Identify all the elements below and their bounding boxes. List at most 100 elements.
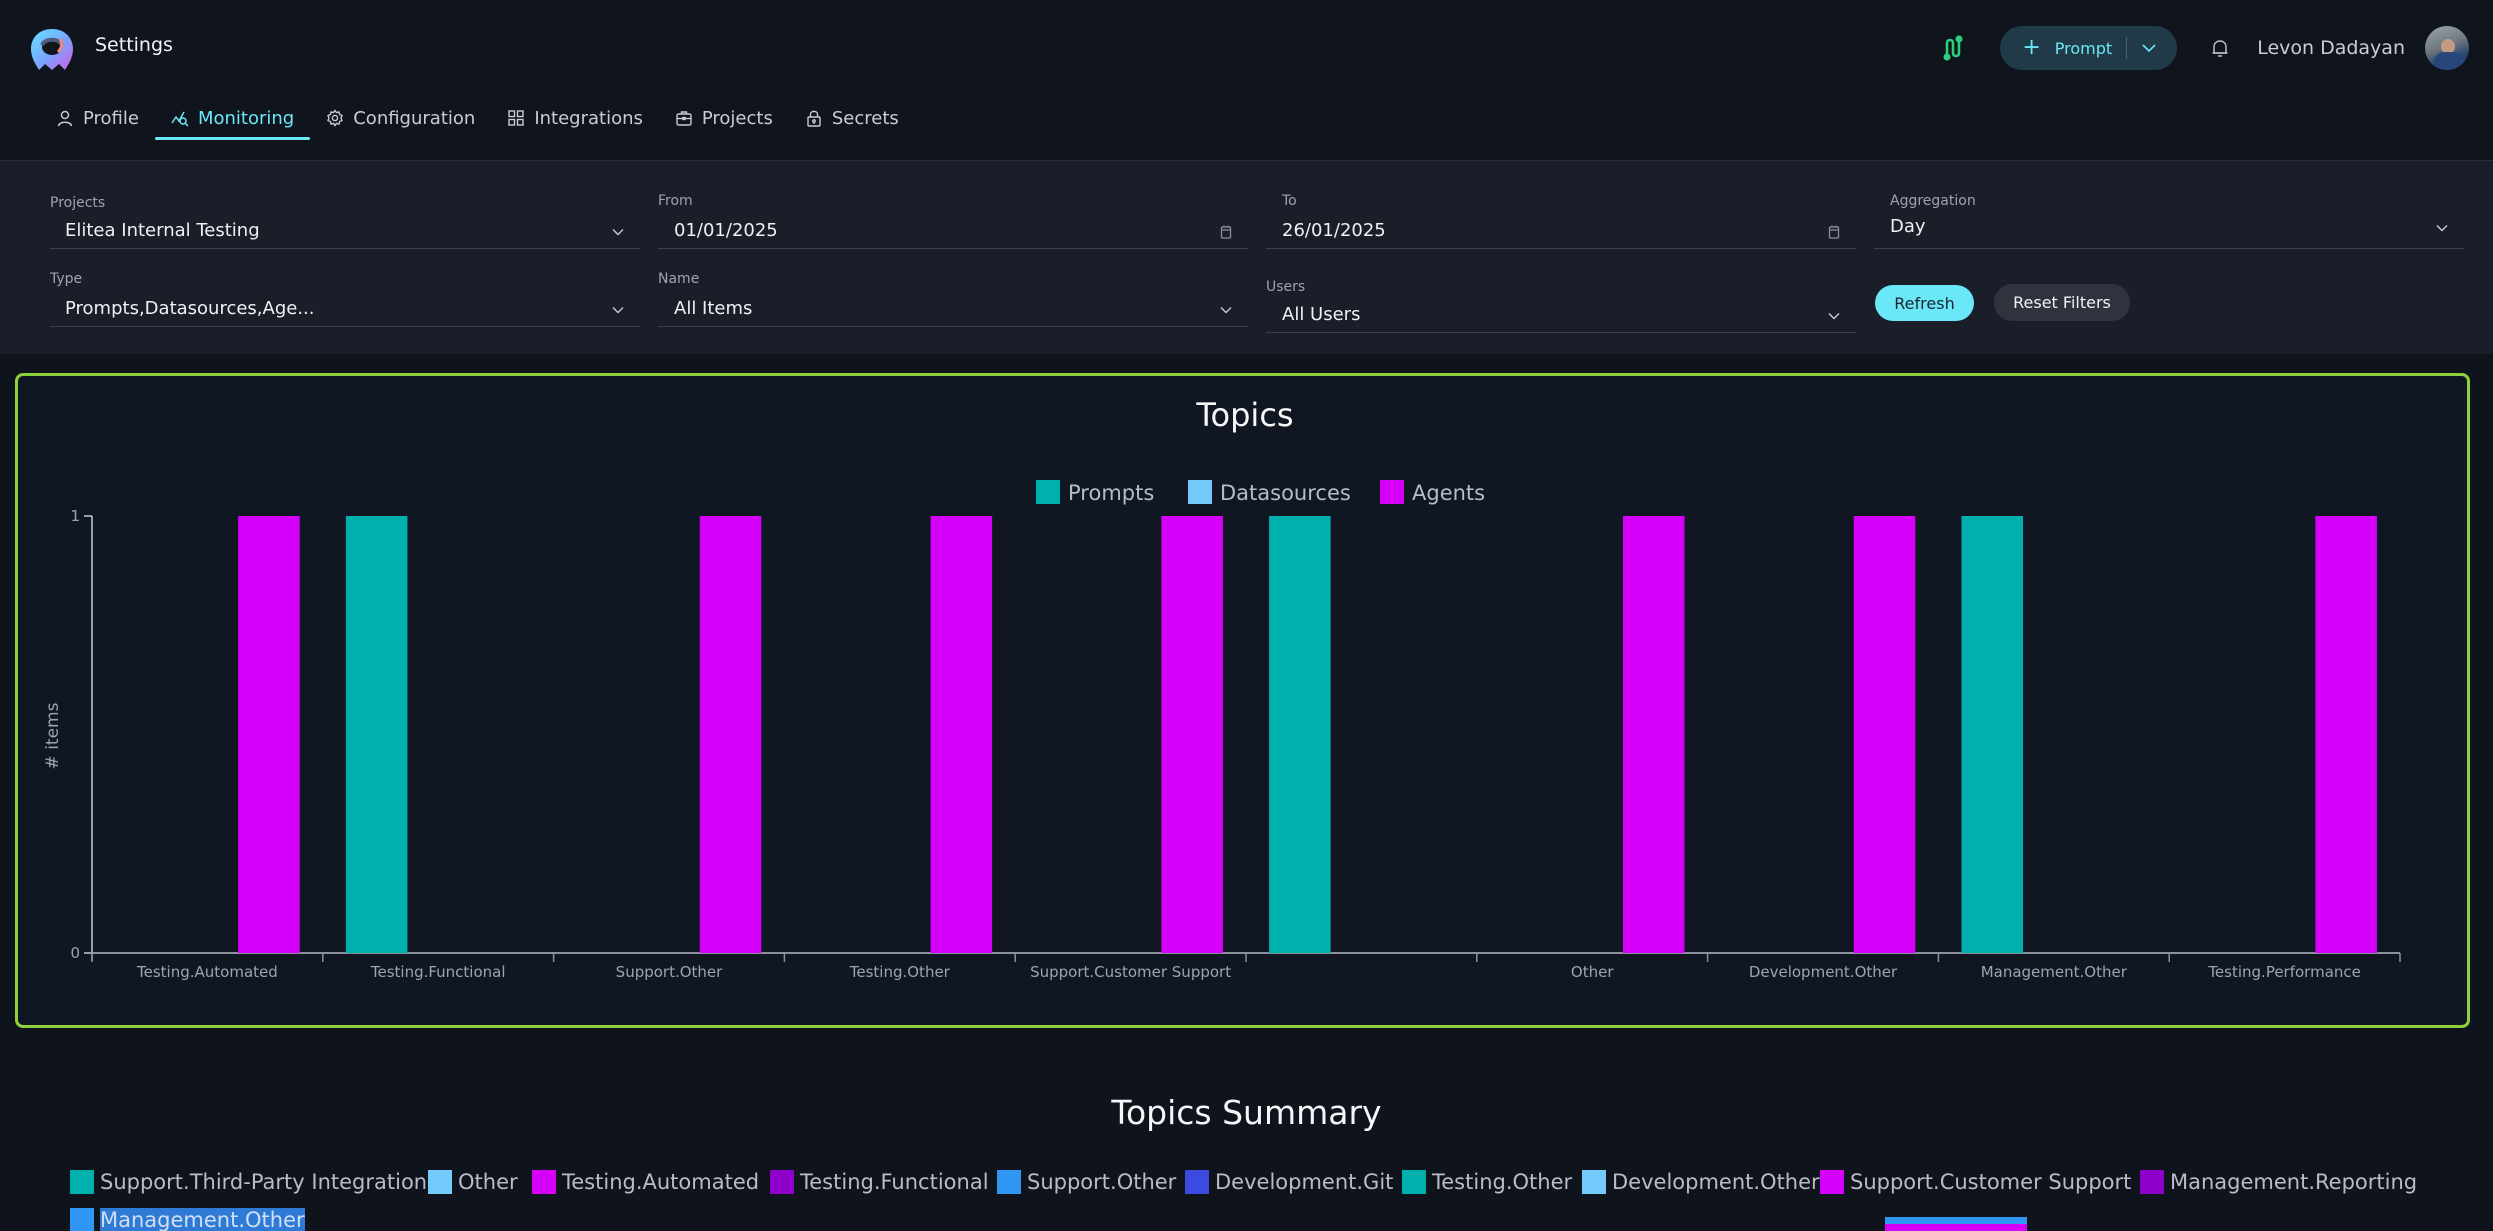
field-value[interactable]: Day	[1874, 211, 2464, 249]
refresh-button[interactable]: Refresh	[1875, 285, 1974, 321]
avatar-body	[2433, 52, 2465, 70]
field-value[interactable]: 01/01/2025	[658, 215, 1248, 249]
summary-legend-item[interactable]: Management.Reporting	[2140, 1170, 2417, 1194]
summary-legend-item[interactable]: Management.Other	[70, 1208, 305, 1231]
legend-swatch	[1188, 480, 1212, 504]
legend-swatch	[1402, 1170, 1426, 1194]
x-tick-label: Testing.Functional	[370, 963, 506, 981]
create-prompt-button[interactable]: + Prompt	[2000, 26, 2178, 70]
bar-agents	[1622, 516, 1685, 953]
legend-label: Agents	[1412, 481, 1485, 505]
x-tick-label: Development.Other	[1749, 963, 1898, 981]
legend-swatch	[997, 1170, 1021, 1194]
aggregation-select[interactable]: Aggregation Day	[1874, 193, 2464, 249]
summary-legend-item[interactable]: Support.Third-Party Integration	[70, 1170, 427, 1194]
topics-chart-card: Topics Prompts Datasources Agents 0 1 # items T…	[15, 373, 2470, 1028]
tab-profile[interactable]: Profile	[40, 100, 155, 136]
legend-label: Support.Customer Support	[1850, 1170, 2132, 1194]
users-select[interactable]: Users All Users	[1266, 279, 1856, 333]
field-value[interactable]: Elitea Internal Testing	[50, 215, 640, 249]
field-value[interactable]: 26/01/2025	[1266, 215, 1856, 249]
chevron-down-icon[interactable]	[2141, 40, 2157, 56]
legend-label: Datasources	[1220, 481, 1351, 505]
legend-label: Testing.Automated	[562, 1170, 760, 1194]
type-select[interactable]: Type Prompts,Datasources,Age...	[50, 271, 640, 327]
plus-icon: +	[2022, 35, 2041, 60]
settings-tabs: Profile Monitoring Configuration Integra…	[40, 100, 915, 144]
field-value[interactable]: Prompts,Datasources,Age...	[50, 293, 640, 327]
chevron-down-icon	[1828, 313, 1840, 320]
gear-icon	[327, 109, 344, 127]
x-tick-label: Support.Other	[616, 963, 723, 981]
summary-legend-item[interactable]: Testing.Functional	[770, 1170, 989, 1194]
user-name[interactable]: Levon Dadayan	[2257, 37, 2405, 59]
summary-legend-item[interactable]: Support.Other	[997, 1170, 1176, 1194]
summary-legend-item[interactable]: Development.Git	[1185, 1170, 1393, 1194]
bar-agents	[1161, 516, 1223, 953]
bell-icon[interactable]	[2209, 37, 2231, 59]
from-value: 01/01/2025	[674, 220, 778, 241]
legend-swatch	[1380, 480, 1404, 504]
name-select[interactable]: Name All Items	[658, 271, 1248, 327]
tab-projects[interactable]: Projects	[659, 100, 789, 136]
tab-label: Integrations	[534, 107, 643, 129]
to-date-field[interactable]: To 26/01/2025	[1266, 193, 1856, 249]
calendar-icon[interactable]	[1826, 224, 1842, 240]
summary-bar-segment[interactable]	[1885, 1217, 2027, 1224]
x-tick-label: Testing.Other	[849, 963, 951, 981]
tab-monitoring[interactable]: Monitoring	[154, 100, 311, 140]
summary-bar-segment[interactable]	[1885, 1224, 2027, 1231]
app-logo-icon[interactable]	[28, 26, 76, 74]
summary-legend-item[interactable]: Testing.Other	[1402, 1170, 1572, 1194]
topics-chart: Topics Prompts Datasources Agents 0 1 # items T…	[43, 396, 2401, 981]
field-label: Type	[50, 271, 83, 287]
bar-agents	[238, 516, 300, 953]
flow-icon[interactable]	[1940, 35, 1966, 61]
chevron-down-icon	[1220, 307, 1232, 314]
filters-panel: Projects Elitea Internal Testing From 01…	[0, 160, 2493, 354]
field-value[interactable]: All Users	[1266, 299, 1856, 333]
x-tick-label: Other	[1571, 963, 1614, 981]
y-tick-label: 1	[70, 507, 80, 525]
tab-integrations[interactable]: Integrations	[491, 100, 659, 136]
legend-swatch	[1820, 1170, 1844, 1194]
to-value: 26/01/2025	[1282, 220, 1386, 241]
summary-legend-item[interactable]: Other	[428, 1170, 518, 1194]
reset-filters-button[interactable]: Reset Filters	[1994, 284, 2130, 321]
bar-prompts	[345, 516, 408, 953]
field-label: To	[1282, 193, 1297, 209]
from-date-field[interactable]: From 01/01/2025	[658, 193, 1248, 249]
avatar[interactable]	[2425, 26, 2469, 70]
legend-label: Development.Git	[1215, 1170, 1394, 1194]
summary-legend-item[interactable]: Testing.Automated	[532, 1170, 759, 1194]
bar-agents	[699, 516, 762, 953]
field-value[interactable]: All Items	[658, 293, 1248, 327]
field-label: Users	[1266, 279, 1306, 295]
summary-legend-item[interactable]: Development.Other	[1582, 1170, 1820, 1194]
summary-legend-item[interactable]: Support.Customer Support	[1820, 1170, 2131, 1194]
legend-label: Prompts	[1068, 481, 1154, 505]
header-actions: + Prompt Levon Dadayan	[1940, 24, 2469, 72]
legend-swatch	[1036, 480, 1060, 504]
briefcase-icon	[676, 111, 692, 126]
users-value: All Users	[1282, 304, 1361, 325]
tab-configuration[interactable]: Configuration	[310, 100, 491, 136]
legend-label: Testing.Other	[1432, 1170, 1573, 1194]
grid-icon	[508, 110, 525, 126]
bar-prompts	[1269, 516, 1331, 953]
chevron-down-icon	[2436, 225, 2448, 232]
legend-swatch	[1185, 1170, 1209, 1194]
summary-title: Topics Summary	[1111, 1093, 1382, 1132]
legend-swatch	[70, 1170, 94, 1194]
legend-label: Management.Other	[100, 1208, 305, 1231]
legend-swatch	[770, 1170, 794, 1194]
chart-title: Topics	[1195, 396, 1293, 434]
tab-secrets[interactable]: Secrets	[789, 100, 915, 136]
projects-select[interactable]: Projects Elitea Internal Testing	[50, 195, 640, 249]
bar-agents	[930, 516, 993, 953]
x-tick-label: Testing.Automated	[136, 963, 278, 981]
calendar-icon[interactable]	[1218, 224, 1234, 240]
bar-agents	[2315, 516, 2377, 953]
type-value: Prompts,Datasources,Age...	[65, 298, 315, 319]
legend-swatch	[2140, 1170, 2164, 1194]
